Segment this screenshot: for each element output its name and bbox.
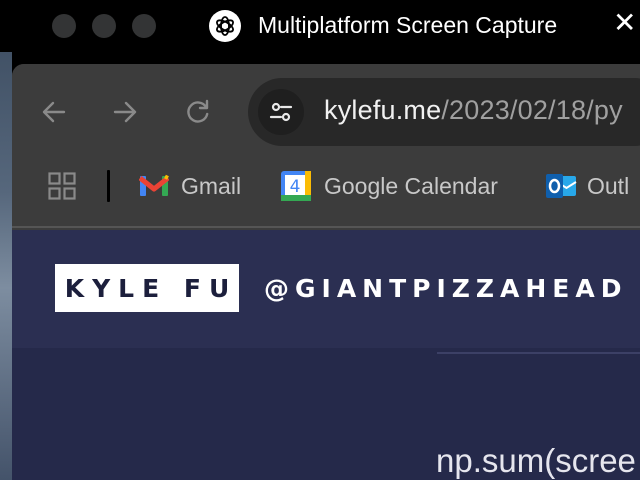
code-snippet: np.sum(scree — [436, 442, 636, 479]
bookmark-outlook[interactable]: Outl — [545, 168, 629, 204]
close-icon[interactable]: ✕ — [613, 9, 636, 37]
site-header: KYLE FU @GIANTPIZZAHEAD — [12, 230, 640, 348]
tune-icon — [269, 102, 293, 122]
window-minimize-dot[interactable] — [92, 14, 116, 38]
web-page: KYLE FU @GIANTPIZZAHEAD np.sum(scree — [12, 230, 640, 480]
bookmarks-bar: Gmail 4 Google Calendar Outl — [12, 160, 640, 228]
address-bar[interactable]: kylefu.me/2023/02/18/py — [248, 78, 640, 146]
arrow-left-icon — [42, 101, 66, 123]
url-host: kylefu.me — [324, 95, 442, 125]
site-logo-text: KYLE FU — [64, 273, 238, 303]
bookmark-label: Gmail — [181, 172, 242, 199]
window-title: Multiplatform Screen Capture — [258, 12, 558, 38]
social-handle-link[interactable]: @GIANTPIZZAHEAD — [264, 274, 627, 303]
bookmarks-separator — [107, 170, 110, 202]
bookmark-google-calendar[interactable]: 4 Google Calendar — [280, 168, 498, 204]
apps-grid-icon[interactable] — [48, 172, 76, 205]
window-zoom-dot[interactable] — [132, 14, 156, 38]
chatgpt-logo-icon — [209, 10, 241, 42]
bookmark-gmail[interactable]: Gmail — [139, 168, 241, 204]
bookmark-label: Google Calendar — [324, 172, 498, 199]
browser-window: kylefu.me/2023/02/18/py Gmail 4 Google C… — [12, 64, 640, 480]
site-settings-button[interactable] — [258, 89, 304, 135]
reload-icon — [187, 99, 209, 123]
google-calendar-icon: 4 — [281, 171, 311, 201]
window-titlebar: Multiplatform Screen Capture ✕ — [0, 0, 640, 52]
site-logo[interactable]: KYLE FU — [55, 264, 239, 312]
forward-button[interactable] — [105, 92, 145, 132]
content-divider — [437, 352, 640, 354]
outlook-icon — [546, 174, 577, 198]
url-path: /2023/02/18/py — [441, 95, 623, 125]
browser-toolbar: kylefu.me/2023/02/18/py — [12, 64, 640, 160]
arrow-right-icon — [113, 101, 137, 123]
gmail-icon — [139, 174, 169, 196]
desktop-wallpaper-edge — [0, 0, 12, 480]
reload-button[interactable] — [178, 92, 218, 132]
back-button[interactable] — [34, 92, 74, 132]
bookmark-label: Outl — [587, 172, 630, 199]
calendar-date-badge: 4 — [290, 177, 301, 197]
window-close-dot[interactable] — [52, 14, 76, 38]
url-text: kylefu.me/2023/02/18/py — [324, 95, 623, 126]
